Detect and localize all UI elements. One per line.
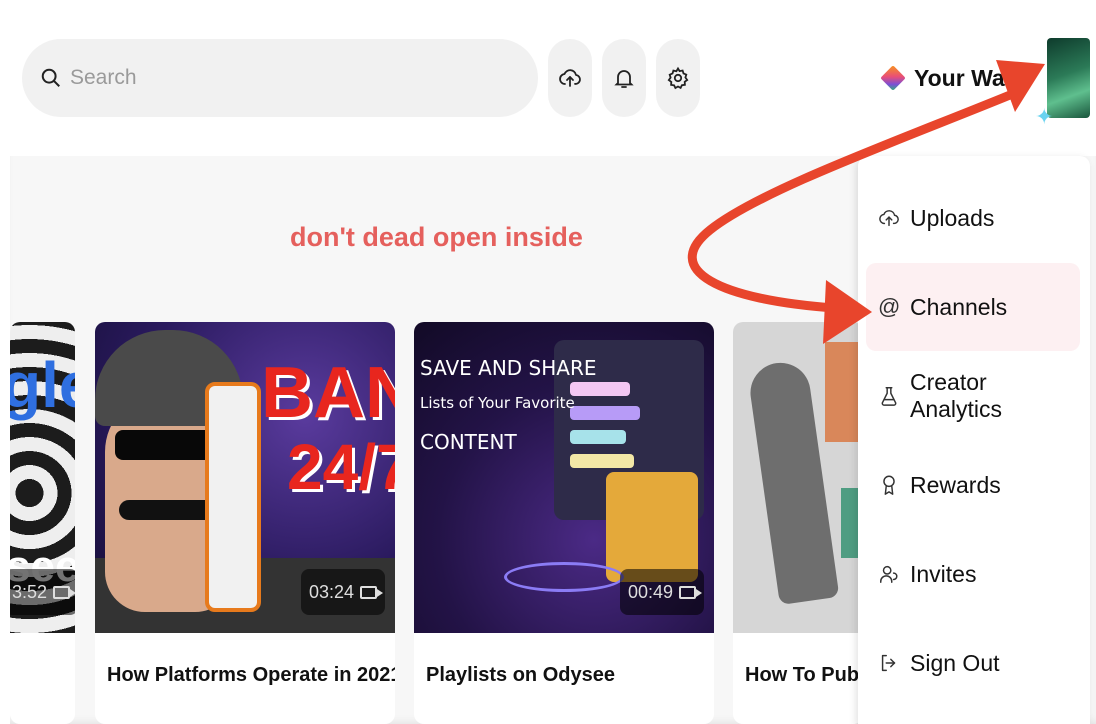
search-bar[interactable] [22, 39, 538, 117]
notifications-button[interactable] [602, 39, 646, 117]
upload-cloud-icon [879, 210, 899, 227]
thumbnail-text: Lists of Your Favorite [420, 394, 575, 412]
menu-item-sign-out[interactable]: Sign Out [866, 619, 1080, 707]
thumbnail-art [606, 472, 698, 582]
video-title[interactable]: How Platforms Operate in 2021 [107, 664, 395, 687]
menu-item-channels[interactable]: @ Channels [866, 263, 1080, 351]
menu-item-uploads[interactable]: Uploads [866, 174, 1080, 262]
video-thumbnail[interactable]: gle see 3:52 [10, 322, 75, 633]
video-card[interactable]: SAVE AND SHARE Lists of Your Favorite CO… [414, 322, 714, 724]
video-card[interactable]: BAN! 24/7 03:24 How Platforms Operate in… [95, 322, 395, 724]
sparkle-icon: ✦ [1035, 104, 1054, 129]
gear-icon [667, 66, 689, 90]
wallet-label: Your Walle [914, 64, 1031, 91]
video-camera-icon [679, 585, 702, 599]
duration-badge: 3:52 [10, 569, 75, 615]
credits-icon [880, 65, 906, 91]
menu-item-rewards[interactable]: Rewards [866, 441, 1080, 529]
thumbnail-text: SAVE AND SHARE [420, 356, 597, 380]
video-title[interactable]: Playlists on Odysee [426, 664, 615, 687]
bell-icon [614, 70, 634, 88]
menu-item-label: Creator Analytics [910, 369, 1003, 422]
top-header: Your Walle ✦ [0, 0, 1096, 156]
thumbnail-text: BAN! [261, 353, 395, 433]
upload-button[interactable] [548, 39, 592, 117]
avatar[interactable] [1047, 38, 1090, 118]
video-title[interactable]: How To Publish [745, 664, 863, 687]
settings-button[interactable] [656, 39, 700, 117]
thumbnail-art [205, 382, 261, 612]
video-card[interactable]: How To Publish [733, 322, 863, 724]
menu-item-label: Invites [910, 560, 977, 587]
thumbnail-art [570, 382, 630, 396]
thumbnail-art [504, 562, 624, 592]
video-card[interactable]: gle see 3:52 [10, 322, 75, 724]
thumbnail-art [570, 430, 626, 444]
menu-item-label: Channels [910, 293, 1008, 320]
duration-badge: 03:24 [300, 569, 385, 615]
video-thumbnail[interactable] [733, 322, 863, 633]
upload-cloud-icon [559, 69, 581, 87]
duration-text: 00:49 [627, 581, 673, 602]
video-thumbnail[interactable]: SAVE AND SHARE Lists of Your Favorite CO… [414, 322, 714, 633]
user-plus-icon [880, 565, 898, 583]
menu-item-label: Rewards [910, 471, 1001, 498]
search-icon [41, 68, 60, 87]
wallet-link[interactable]: Your Walle [880, 60, 1031, 96]
duration-text: 3:52 [12, 581, 48, 602]
thumbnail-art [115, 430, 215, 460]
video-camera-icon [53, 585, 75, 599]
sign-out-icon [881, 654, 896, 672]
duration-badge: 00:49 [619, 569, 704, 615]
flask-icon [881, 387, 897, 406]
thumbnail-text: 24/7 [287, 431, 395, 503]
thumbnail-text: gle [10, 349, 75, 421]
thumbnail-text: CONTENT [420, 430, 517, 454]
thumbnail-art [570, 406, 640, 420]
account-dropdown-menu: Uploads @ Channels Creator Analytics Rew… [858, 156, 1090, 724]
video-camera-icon [360, 585, 383, 599]
thumbnail-art [119, 500, 219, 520]
menu-item-label: Sign Out [910, 649, 1000, 676]
menu-item-invites[interactable]: Invites [866, 530, 1080, 618]
video-thumbnail[interactable]: BAN! 24/7 03:24 [95, 322, 395, 633]
menu-item-label: Uploads [910, 204, 995, 231]
channel-tagline: don't dead open inside [290, 222, 583, 252]
at-icon: @ [878, 294, 901, 319]
thumbnail-art [570, 454, 634, 468]
menu-item-creator-analytics[interactable]: Creator Analytics [866, 352, 1080, 440]
search-input[interactable] [70, 66, 490, 90]
duration-text: 03:24 [308, 581, 354, 602]
award-icon [883, 475, 895, 495]
